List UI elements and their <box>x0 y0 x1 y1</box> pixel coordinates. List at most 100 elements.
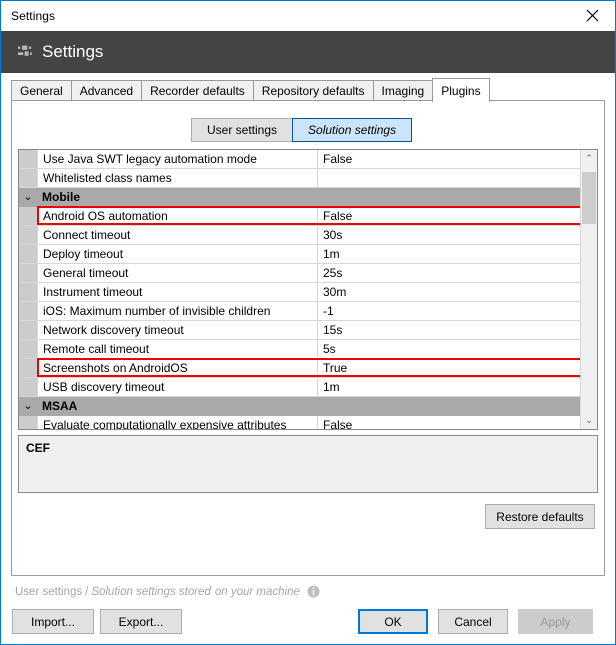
close-icon[interactable] <box>570 1 615 30</box>
row-gutter <box>19 245 37 263</box>
status-solution-settings: Solution settings stored <box>91 585 211 598</box>
property-name: Remote call timeout <box>37 340 317 358</box>
info-icon[interactable] <box>307 585 320 598</box>
title-bar: Settings <box>1 1 615 31</box>
table-row[interactable]: iOS: Maximum number of invisible childre… <box>19 302 582 321</box>
header-band: Settings <box>1 31 615 73</box>
group-row-msaa[interactable]: ⌄ MSAA <box>19 397 582 416</box>
tab-strip: General Advanced Recorder defaults Repos… <box>1 73 615 102</box>
row-gutter <box>19 283 37 301</box>
tab-advanced[interactable]: Advanced <box>70 80 143 101</box>
status-line: User settings / Solution settings stored… <box>15 585 320 598</box>
row-gutter <box>19 359 37 377</box>
group-row-mobile[interactable]: ⌄ Mobile <box>19 188 582 207</box>
property-name: General timeout <box>37 264 317 282</box>
plugins-tab-page: User settings Solution settings Use Java… <box>11 100 605 576</box>
table-row[interactable]: Connect timeout 30s <box>19 226 582 245</box>
property-value[interactable] <box>317 169 582 187</box>
property-value[interactable]: True <box>317 359 582 377</box>
property-value[interactable]: 1m <box>317 378 582 396</box>
row-gutter <box>19 416 37 429</box>
status-separator: / <box>85 585 89 598</box>
description-title: CEF <box>26 441 50 455</box>
property-name: Deploy timeout <box>37 245 317 263</box>
property-name: Whitelisted class names <box>37 169 317 187</box>
table-row[interactable]: Instrument timeout 30m <box>19 283 582 302</box>
property-value[interactable]: 30s <box>317 226 582 244</box>
table-row[interactable]: Whitelisted class names <box>19 169 582 188</box>
group-value <box>317 397 582 415</box>
property-value[interactable]: 15s <box>317 321 582 339</box>
expand-collapse-icon[interactable]: ⌄ <box>19 188 37 206</box>
ok-button[interactable]: OK <box>358 609 428 634</box>
table-row[interactable]: Network discovery timeout 15s <box>19 321 582 340</box>
property-name: Use Java SWT legacy automation mode <box>37 150 317 168</box>
row-gutter <box>19 207 37 225</box>
chevron-down-icon: ⌄ <box>23 399 33 412</box>
tab-repository-defaults[interactable]: Repository defaults <box>252 80 374 101</box>
table-row[interactable]: Android OS automation False <box>19 207 582 226</box>
user-settings-button[interactable]: User settings <box>191 118 294 142</box>
tab-imaging[interactable]: Imaging <box>372 80 434 101</box>
group-value <box>317 188 582 206</box>
solution-settings-button[interactable]: Solution settings <box>292 118 413 142</box>
restore-defaults-button[interactable]: Restore defaults <box>485 504 595 529</box>
property-name: USB discovery timeout <box>37 378 317 396</box>
sliders-icon <box>18 45 32 56</box>
property-name: Connect timeout <box>37 226 317 244</box>
tab-recorder-defaults[interactable]: Recorder defaults <box>141 80 254 101</box>
table-row[interactable]: Use Java SWT legacy automation mode Fals… <box>19 150 582 169</box>
property-name: Screenshots on AndroidOS <box>37 359 317 377</box>
table-row[interactable]: Evaluate computationally expensive attri… <box>19 416 582 429</box>
row-gutter <box>19 150 37 168</box>
property-value[interactable]: 5s <box>317 340 582 358</box>
tab-list: General Advanced Recorder defaults Repos… <box>11 78 490 102</box>
description-panel: CEF <box>18 435 598 493</box>
import-button[interactable]: Import... <box>12 609 94 634</box>
property-value[interactable]: -1 <box>317 302 582 320</box>
property-name: Instrument timeout <box>37 283 317 301</box>
property-name: Android OS automation <box>37 207 317 225</box>
property-name: iOS: Maximum number of invisible childre… <box>37 302 317 320</box>
property-value[interactable]: 30m <box>317 283 582 301</box>
property-grid: Use Java SWT legacy automation mode Fals… <box>18 149 598 430</box>
group-name: MSAA <box>37 397 317 415</box>
close-glyph <box>586 9 599 22</box>
tab-plugins[interactable]: Plugins <box>432 78 490 102</box>
window-title: Settings <box>11 9 56 23</box>
expand-collapse-icon[interactable]: ⌄ <box>19 397 37 415</box>
group-name: Mobile <box>37 188 317 206</box>
table-row[interactable]: General timeout 25s <box>19 264 582 283</box>
grid-rows: Use Java SWT legacy automation mode Fals… <box>19 150 582 429</box>
row-gutter <box>19 340 37 358</box>
cancel-button[interactable]: Cancel <box>438 609 508 634</box>
table-row[interactable]: Deploy timeout 1m <box>19 245 582 264</box>
chevron-down-icon: ⌄ <box>23 190 33 203</box>
scrollbar-thumb[interactable] <box>582 172 596 224</box>
property-value[interactable]: 25s <box>317 264 582 282</box>
property-value[interactable]: False <box>317 150 582 168</box>
settings-dialog: Settings Settings General Advanced Recor… <box>0 0 616 645</box>
status-machine-note: on your machine <box>214 585 300 598</box>
property-name: Network discovery timeout <box>37 321 317 339</box>
property-value[interactable]: 1m <box>317 245 582 263</box>
table-row[interactable]: Remote call timeout 5s <box>19 340 582 359</box>
settings-scope-toggle: User settings Solution settings <box>191 118 413 142</box>
status-user-settings: User settings <box>15 585 83 598</box>
export-button[interactable]: Export... <box>100 609 182 634</box>
scroll-down-icon[interactable]: ⌄ <box>581 412 597 429</box>
scroll-up-icon[interactable]: ⌃ <box>581 150 597 167</box>
page-title: Settings <box>42 42 104 61</box>
table-row[interactable]: USB discovery timeout 1m <box>19 378 582 397</box>
table-row[interactable]: Screenshots on AndroidOS True <box>19 359 582 378</box>
property-value[interactable]: False <box>317 416 582 429</box>
row-gutter <box>19 302 37 320</box>
grid-scrollbar[interactable]: ⌃ ⌄ <box>580 150 597 429</box>
property-value[interactable]: False <box>317 207 582 225</box>
row-gutter <box>19 226 37 244</box>
row-gutter <box>19 378 37 396</box>
row-gutter <box>19 169 37 187</box>
row-gutter <box>19 321 37 339</box>
tab-general[interactable]: General <box>11 80 72 101</box>
apply-button: Apply <box>518 609 593 634</box>
